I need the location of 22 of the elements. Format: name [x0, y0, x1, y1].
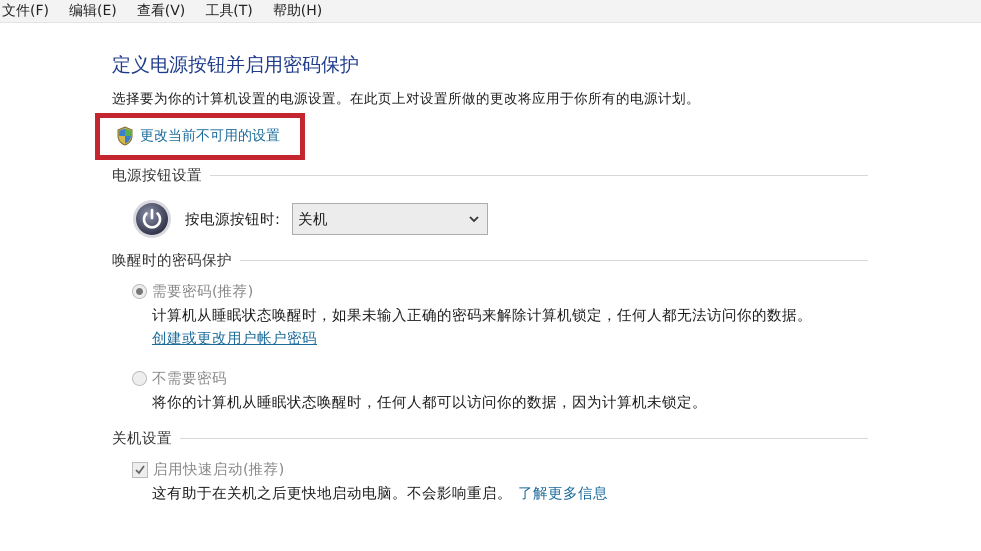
page-description: 选择要为你的计算机设置的电源设置。在此页上对设置所做的更改将应用于你所有的电源计划。 — [112, 90, 701, 108]
shield-icon — [116, 126, 134, 146]
menu-item[interactable]: 编辑(E) — [68, 2, 117, 20]
menu-item[interactable]: 工具(T) — [205, 2, 253, 20]
option-label: 启用快速启动(推荐) — [153, 460, 284, 479]
menu-item[interactable]: 查看(V) — [136, 2, 186, 20]
option-label: 需要密码(推荐) — [152, 282, 254, 301]
option-description: 将你的计算机从睡眠状态唤醒时，任何人都可以访问你的数据，因为计算机未锁定。 — [152, 394, 708, 413]
section-heading: 关机设置 — [112, 430, 172, 448]
action-dropdown[interactable]: 关机 — [292, 203, 488, 235]
option-description: 这有助于在关机之后更快地启动电脑。不会影响重启。 了解更多信息 — [152, 484, 609, 504]
section-heading: 唤醒时的密码保护 — [112, 252, 232, 270]
caret-icon — [468, 216, 479, 222]
option-label: 不需要密码 — [152, 370, 227, 388]
section-heading: 电源按钮设置 — [112, 167, 202, 185]
page-title: 定义电源按钮并启用密码保护 — [112, 53, 360, 78]
power-button-label: 按电源按钮时: — [185, 210, 280, 228]
menu-item[interactable]: 文件(F) — [2, 2, 49, 20]
option-description: 计算机从睡眠状态唤醒时，如果未输入正确的密码来解除计算机锁定，任何人都无法访问你的数据。 创建或更改用户帐户密码 — [152, 306, 813, 349]
change-settings-link[interactable]: 更改当前不可用的设置 — [140, 127, 280, 145]
menu-item[interactable]: 帮助(H) — [272, 2, 322, 20]
power-icon — [132, 199, 172, 239]
